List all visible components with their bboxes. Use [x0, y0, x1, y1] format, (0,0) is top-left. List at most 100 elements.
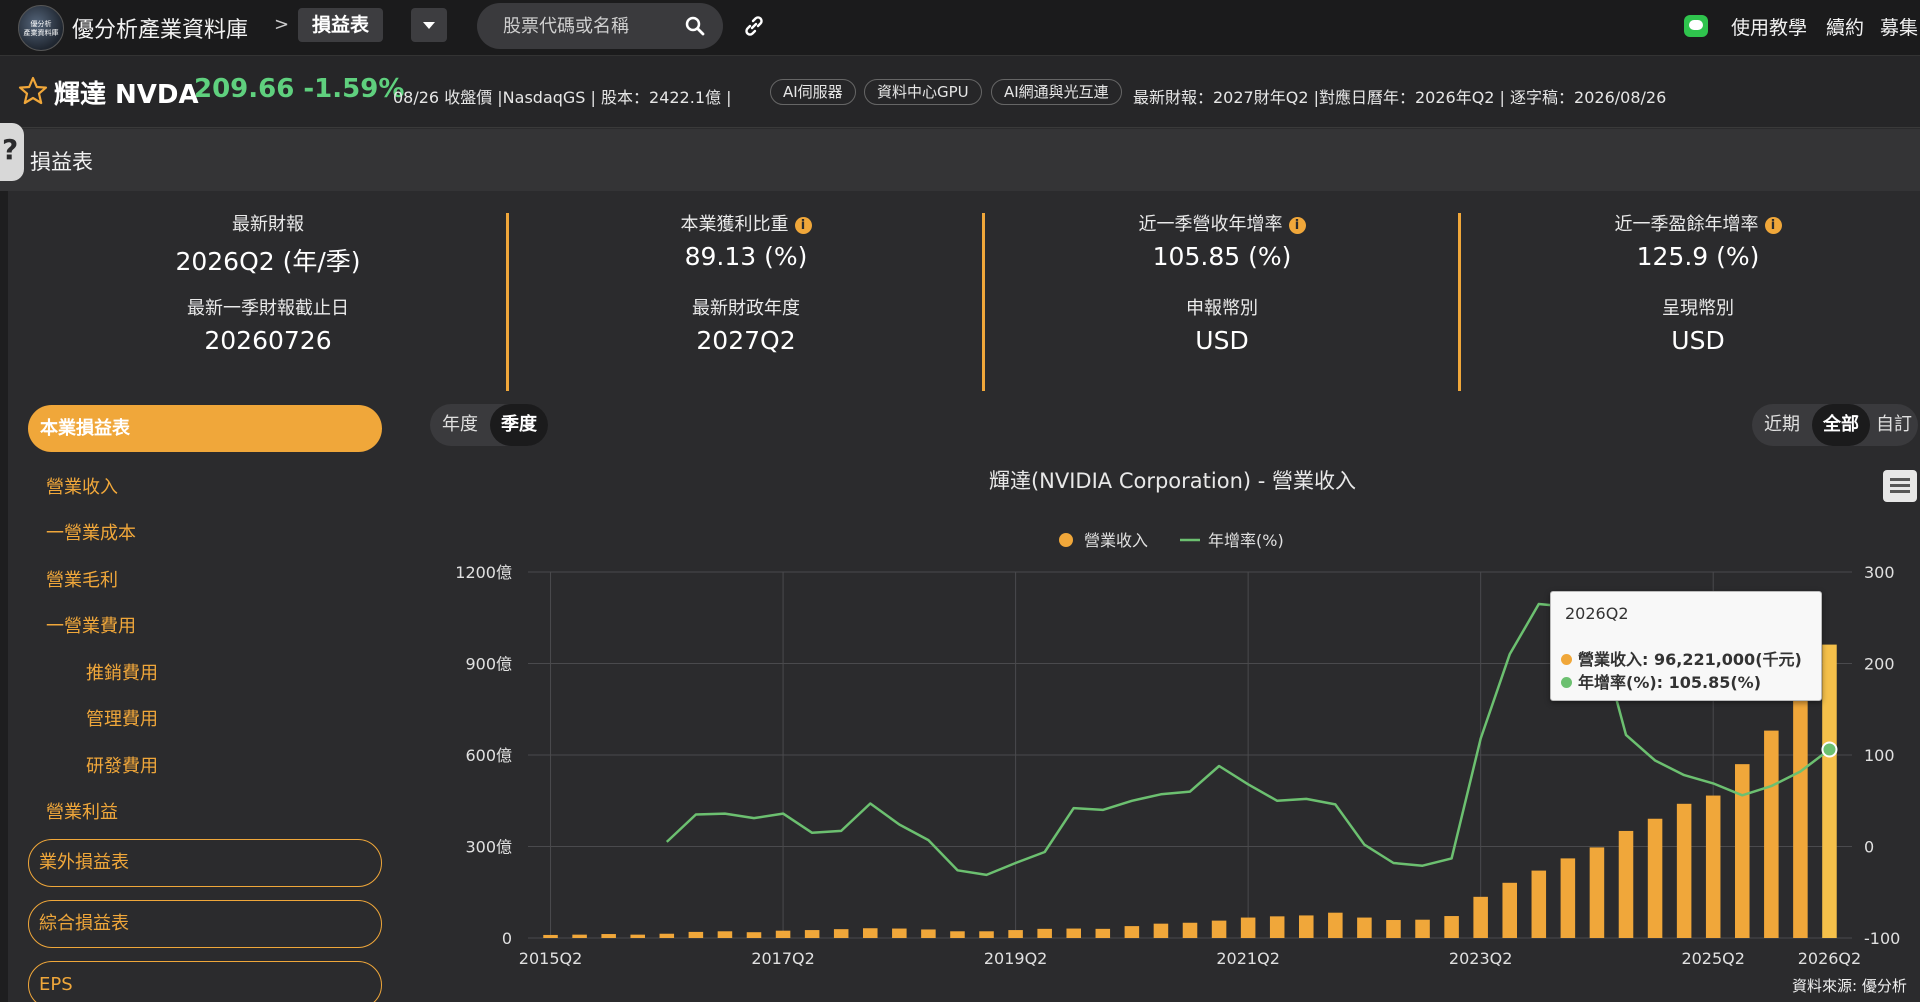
sidebar-item-operating-income[interactable]: 營業利益: [46, 798, 118, 824]
y-left-tick-label: 0: [502, 929, 512, 948]
stock-header: 輝達 NVDA 209.66 -1.59% 08/26 收盤價 |NasdaqG…: [0, 56, 1920, 128]
legend-revenue-marker: [1059, 533, 1073, 547]
range-custom[interactable]: 自訂: [1870, 404, 1918, 446]
sidebar-item-admin[interactable]: 管理費用: [86, 705, 158, 731]
legend-dot: [1561, 654, 1572, 665]
revenue-bar: [1211, 920, 1227, 938]
link-icon[interactable]: [742, 14, 766, 38]
range-recent[interactable]: 近期: [1752, 404, 1812, 446]
stock-price-change: 209.66 -1.59%: [194, 74, 405, 104]
revenue-bar: [1473, 896, 1488, 938]
section-header: [0, 129, 1920, 191]
chart-tooltip: 2026Q2 營業收入: 96,221,000(千元) 年增率(%): 105.…: [1550, 591, 1822, 701]
sidebar-item-gross-profit[interactable]: 營業毛利: [46, 566, 118, 592]
sidebar-item-rnd[interactable]: 研發費用: [86, 752, 158, 778]
renew-link[interactable]: 續約: [1826, 13, 1864, 40]
tab-annual[interactable]: 年度: [430, 404, 490, 446]
revenue-bar: [1502, 882, 1517, 938]
revenue-bar: [1705, 795, 1721, 938]
breadcrumb-separator: >: [274, 14, 290, 35]
revenue-bar: [833, 929, 849, 938]
revenue-bar: [1386, 920, 1401, 938]
revenue-bar: [1444, 916, 1459, 938]
revenue-bar: [1299, 915, 1314, 938]
stat-value: 89.13 (%): [684, 242, 808, 271]
tooltip-row-yoy: 年增率(%): 105.85(%): [1561, 669, 1761, 693]
search-icon[interactable]: [685, 16, 705, 36]
range-all[interactable]: 全部: [1812, 404, 1870, 446]
sidebar-item-cost[interactable]: 一營業成本: [46, 519, 136, 545]
revenue-bar: [1764, 730, 1779, 938]
revenue-bar: [659, 933, 675, 938]
tab-quarterly[interactable]: 季度: [490, 404, 548, 446]
chart-menu-icon[interactable]: [1883, 470, 1917, 502]
y-left-tick-label: 600億: [465, 746, 512, 765]
stat-revenue-yoy: 近一季營收年增率 i 105.85 (%) 申報幣別 USD: [984, 210, 1460, 362]
revenue-bar: [717, 931, 733, 938]
y-right-tick-label: 0: [1864, 838, 1874, 857]
info-icon[interactable]: i: [1764, 217, 1782, 234]
stat-value: 20260726: [204, 326, 332, 355]
tutorial-link[interactable]: 使用教學: [1731, 13, 1807, 40]
sidebar-item-selling[interactable]: 推銷費用: [86, 659, 158, 685]
section-title: 損益表: [30, 150, 93, 174]
industry-tag[interactable]: 資料中心GPU: [864, 79, 982, 105]
sidebar-non-operating[interactable]: 業外損益表: [28, 839, 382, 887]
revenue-bar: [1560, 858, 1576, 938]
range-toggle: 近期 全部 自訂: [1752, 404, 1918, 446]
stat-label: 最新財報: [232, 214, 304, 235]
fundraise-link[interactable]: 募集: [1880, 13, 1918, 40]
revenue-bar: [572, 934, 587, 938]
info-icon[interactable]: i: [794, 217, 812, 234]
revenue-bar: [1531, 870, 1547, 938]
revenue-chart[interactable]: 營業收入 年增率(%) 0 -100 300億 0 600億 100 900億 200 1200億 3…: [420, 520, 1920, 980]
stat-value: 125.9 (%): [1636, 242, 1760, 271]
line-chat-icon[interactable]: [1684, 15, 1708, 37]
sidebar-eps[interactable]: EPS: [28, 961, 382, 1002]
stock-search-box[interactable]: [477, 3, 723, 49]
stat-label-text: 近一季盈餘年增率: [1614, 214, 1759, 235]
x-tick-label: 2026Q2: [1798, 949, 1862, 968]
stat-label: 最新財政年度: [692, 298, 800, 319]
stat-label: 呈現幣別: [1662, 298, 1734, 319]
help-icon[interactable]: [0, 123, 24, 181]
sidebar-item-opex[interactable]: 一營業費用: [46, 612, 136, 638]
revenue-bar: [1153, 923, 1169, 938]
x-tick-label: 2023Q2: [1449, 949, 1513, 968]
revenue-bar: [1676, 803, 1692, 938]
stat-value: USD: [1671, 326, 1725, 355]
revenue-bar: [601, 934, 616, 938]
y-right-tick-label: 200: [1864, 655, 1895, 674]
x-tick-label: 2015Q2: [519, 949, 583, 968]
y-right-tick-label: 300: [1864, 563, 1895, 582]
app-title[interactable]: 優分析產業資料庫: [72, 12, 248, 44]
tooltip-row-revenue: 營業收入: 96,221,000(千元): [1561, 646, 1802, 670]
stock-search-input[interactable]: [503, 13, 673, 39]
revenue-bar: [630, 934, 645, 938]
revenue-bar: [921, 929, 936, 938]
stock-basic-info: 08/26 收盤價 |NasdaqGS | 股本：2422.1億 |: [393, 88, 732, 107]
revenue-bar: [1415, 919, 1430, 938]
favorite-star-icon[interactable]: [18, 76, 48, 106]
revenue-bar: [1182, 922, 1198, 938]
sidebar-item-revenue[interactable]: 營業收入: [46, 473, 118, 499]
data-source: 資料來源: 優分析: [1792, 977, 1907, 995]
revenue-bar: [1240, 917, 1256, 938]
app-logo[interactable]: 優分析 產業資料庫: [18, 5, 64, 51]
stat-label: 申報幣別: [1186, 298, 1258, 319]
tooltip-title: 2026Q2: [1565, 604, 1629, 623]
page-dropdown-button[interactable]: [411, 8, 447, 42]
industry-tag[interactable]: AI伺服器: [770, 79, 856, 105]
sidebar-comprehensive[interactable]: 綜合損益表: [28, 900, 382, 948]
breadcrumb-current-page[interactable]: 損益表: [298, 8, 384, 42]
chart-title: 輝達(NVIDIA Corporation) - 營業收入: [988, 469, 1357, 493]
info-icon[interactable]: i: [1288, 217, 1306, 234]
sidebar-core-income-statement[interactable]: 本業損益表: [28, 405, 382, 452]
legend-revenue-label: 營業收入: [1084, 531, 1148, 550]
stat-label: 近一季營收年增率 i: [984, 210, 1460, 235]
industry-tag[interactable]: AI網通與光互連: [991, 79, 1122, 105]
y-right-tick-label: 100: [1864, 746, 1895, 765]
x-tick-label: 2019Q2: [984, 949, 1048, 968]
stat-earnings-yoy: 近一季盈餘年增率 i 125.9 (%) 呈現幣別 USD: [1460, 210, 1920, 362]
period-toggle: 年度 季度: [430, 404, 548, 446]
